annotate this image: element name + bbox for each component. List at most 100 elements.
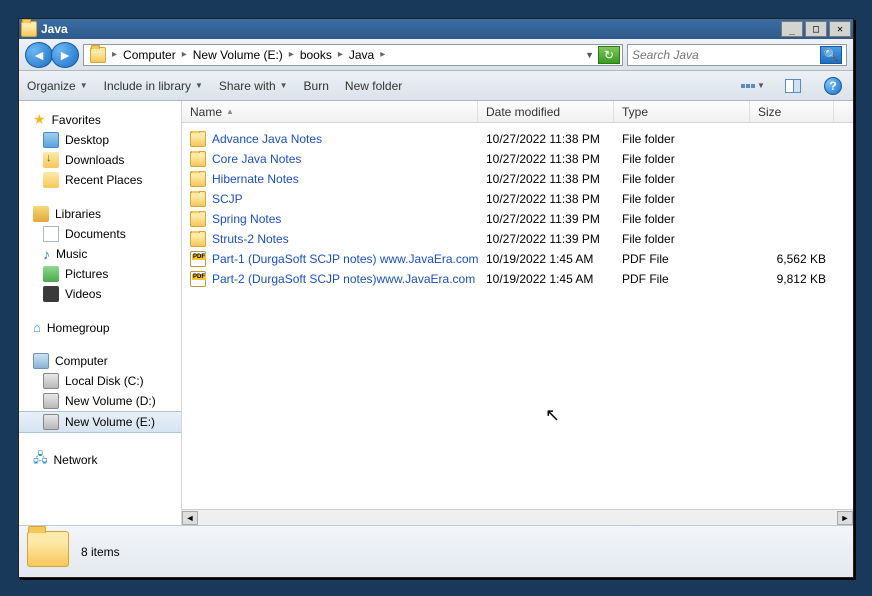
refresh-button[interactable]: ↻ bbox=[598, 46, 620, 64]
file-name: Advance Java Notes bbox=[212, 132, 322, 146]
search-box[interactable]: 🔍 bbox=[627, 44, 847, 66]
burn-button[interactable]: Burn bbox=[304, 79, 329, 93]
nav-label: New Volume (E:) bbox=[65, 415, 155, 429]
nav-label: Recent Places bbox=[65, 173, 142, 187]
nav-recent-places[interactable]: Recent Places bbox=[19, 170, 181, 190]
chevron-right-icon[interactable]: ▸ bbox=[180, 49, 189, 60]
scroll-right-button[interactable]: ► bbox=[837, 511, 853, 525]
file-row[interactable]: Core Java Notes10/27/2022 11:38 PMFile f… bbox=[182, 149, 853, 169]
file-date: 10/27/2022 11:38 PM bbox=[478, 192, 614, 206]
nav-label: Homegroup bbox=[47, 321, 110, 335]
file-name: Struts-2 Notes bbox=[212, 232, 289, 246]
close-button[interactable]: ✕ bbox=[829, 21, 851, 37]
column-header-type[interactable]: Type bbox=[614, 101, 750, 122]
column-header-row: Name▲ Date modified Type Size bbox=[182, 101, 853, 123]
window-title: Java bbox=[41, 22, 781, 36]
sort-ascending-icon: ▲ bbox=[226, 107, 234, 116]
view-options-button[interactable]: ▼ bbox=[741, 75, 765, 97]
chevron-right-icon[interactable]: ▸ bbox=[110, 49, 119, 60]
nav-desktop[interactable]: Desktop bbox=[19, 130, 181, 150]
nav-documents[interactable]: Documents bbox=[19, 224, 181, 244]
file-row[interactable]: Part-2 (DurgaSoft SCJP notes)www.JavaEra… bbox=[182, 269, 853, 289]
nav-label: New Volume (D:) bbox=[65, 394, 156, 408]
nav-music[interactable]: ♪ Music bbox=[19, 244, 181, 264]
breadcrumb-segment[interactable]: Java bbox=[345, 48, 378, 62]
chevron-right-icon[interactable]: ▸ bbox=[287, 49, 296, 60]
favorites-group[interactable]: ★ Favorites bbox=[19, 109, 181, 130]
navigation-pane: ★ Favorites Desktop Downloads Recent Plac… bbox=[19, 101, 182, 525]
drive-icon bbox=[43, 393, 59, 409]
preview-pane-button[interactable] bbox=[781, 75, 805, 97]
include-in-library-button[interactable]: Include in library▼ bbox=[104, 79, 203, 93]
nav-label: Favorites bbox=[52, 113, 101, 127]
music-icon: ♪ bbox=[43, 246, 50, 262]
file-name: SCJP bbox=[212, 192, 243, 206]
column-header-name[interactable]: Name▲ bbox=[182, 101, 478, 122]
file-date: 10/19/2022 1:45 AM bbox=[478, 272, 614, 286]
chevron-right-icon[interactable]: ▸ bbox=[378, 49, 387, 60]
file-name: Spring Notes bbox=[212, 212, 281, 226]
network-group[interactable]: 🖧 Network bbox=[19, 447, 181, 473]
file-row[interactable]: Hibernate Notes10/27/2022 11:38 PMFile f… bbox=[182, 169, 853, 189]
nav-label: Network bbox=[54, 453, 98, 467]
homegroup-icon: ⌂ bbox=[33, 320, 41, 335]
downloads-icon bbox=[43, 152, 59, 168]
folder-icon bbox=[190, 231, 206, 247]
file-type: File folder bbox=[614, 232, 750, 246]
file-row[interactable]: Spring Notes10/27/2022 11:39 PMFile fold… bbox=[182, 209, 853, 229]
pdf-icon bbox=[190, 251, 206, 267]
nav-local-disk-c[interactable]: Local Disk (C:) bbox=[19, 371, 181, 391]
column-header-size[interactable]: Size bbox=[750, 101, 834, 122]
breadcrumb-segment[interactable]: books bbox=[296, 48, 336, 62]
search-button[interactable]: 🔍 bbox=[820, 46, 842, 64]
horizontal-scrollbar[interactable]: ◄ ► bbox=[182, 509, 853, 525]
forward-button[interactable]: ► bbox=[51, 42, 79, 68]
file-list-pane: Name▲ Date modified Type Size Advance Ja… bbox=[182, 101, 853, 525]
command-bar: Organize▼ Include in library▼ Share with… bbox=[19, 71, 853, 101]
file-list[interactable]: Advance Java Notes10/27/2022 11:38 PMFil… bbox=[182, 123, 853, 509]
organize-button[interactable]: Organize▼ bbox=[27, 79, 88, 93]
nav-videos[interactable]: Videos bbox=[19, 284, 181, 304]
file-row[interactable]: SCJP10/27/2022 11:38 PMFile folder bbox=[182, 189, 853, 209]
back-button[interactable]: ◄ bbox=[25, 42, 53, 68]
address-bar[interactable]: ▸ Computer ▸ New Volume (E:) ▸ books ▸ J… bbox=[83, 44, 623, 66]
file-type: File folder bbox=[614, 212, 750, 226]
title-bar[interactable]: Java _ □ ✕ bbox=[19, 19, 853, 39]
maximize-button[interactable]: □ bbox=[805, 21, 827, 37]
new-folder-button[interactable]: New folder bbox=[345, 79, 402, 93]
breadcrumb-segment[interactable]: Computer bbox=[119, 48, 180, 62]
file-row[interactable]: Struts-2 Notes10/27/2022 11:39 PMFile fo… bbox=[182, 229, 853, 249]
folder-icon bbox=[190, 191, 206, 207]
search-input[interactable] bbox=[632, 48, 820, 62]
file-type: PDF File bbox=[614, 272, 750, 286]
folder-icon bbox=[190, 211, 206, 227]
column-header-date[interactable]: Date modified bbox=[478, 101, 614, 122]
computer-group[interactable]: Computer bbox=[19, 351, 181, 371]
help-button[interactable]: ? bbox=[821, 75, 845, 97]
nav-volume-e[interactable]: New Volume (E:) bbox=[19, 411, 181, 433]
address-dropdown-button[interactable]: ▼ bbox=[581, 50, 598, 60]
breadcrumb-segment[interactable]: New Volume (E:) bbox=[189, 48, 287, 62]
file-name: Part-2 (DurgaSoft SCJP notes)www.JavaEra… bbox=[212, 272, 475, 286]
file-type: PDF File bbox=[614, 252, 750, 266]
nav-volume-d[interactable]: New Volume (D:) bbox=[19, 391, 181, 411]
folder-icon bbox=[190, 151, 206, 167]
share-with-button[interactable]: Share with▼ bbox=[219, 79, 288, 93]
scroll-left-button[interactable]: ◄ bbox=[182, 511, 198, 525]
homegroup-group[interactable]: ⌂ Homegroup bbox=[19, 318, 181, 337]
nav-downloads[interactable]: Downloads bbox=[19, 150, 181, 170]
libraries-group[interactable]: Libraries bbox=[19, 204, 181, 224]
chevron-right-icon[interactable]: ▸ bbox=[336, 49, 345, 60]
item-count-label: 8 items bbox=[81, 545, 120, 559]
network-icon: 🖧 bbox=[33, 449, 48, 471]
nav-label: Music bbox=[56, 247, 87, 261]
nav-pictures[interactable]: Pictures bbox=[19, 264, 181, 284]
star-icon: ★ bbox=[33, 111, 46, 128]
help-icon: ? bbox=[824, 77, 842, 95]
file-row[interactable]: Advance Java Notes10/27/2022 11:38 PMFil… bbox=[182, 129, 853, 149]
file-type: File folder bbox=[614, 132, 750, 146]
nav-label: Documents bbox=[65, 227, 126, 241]
minimize-button[interactable]: _ bbox=[781, 21, 803, 37]
file-row[interactable]: Part-1 (DurgaSoft SCJP notes) www.JavaEr… bbox=[182, 249, 853, 269]
details-pane: 8 items bbox=[19, 525, 853, 577]
